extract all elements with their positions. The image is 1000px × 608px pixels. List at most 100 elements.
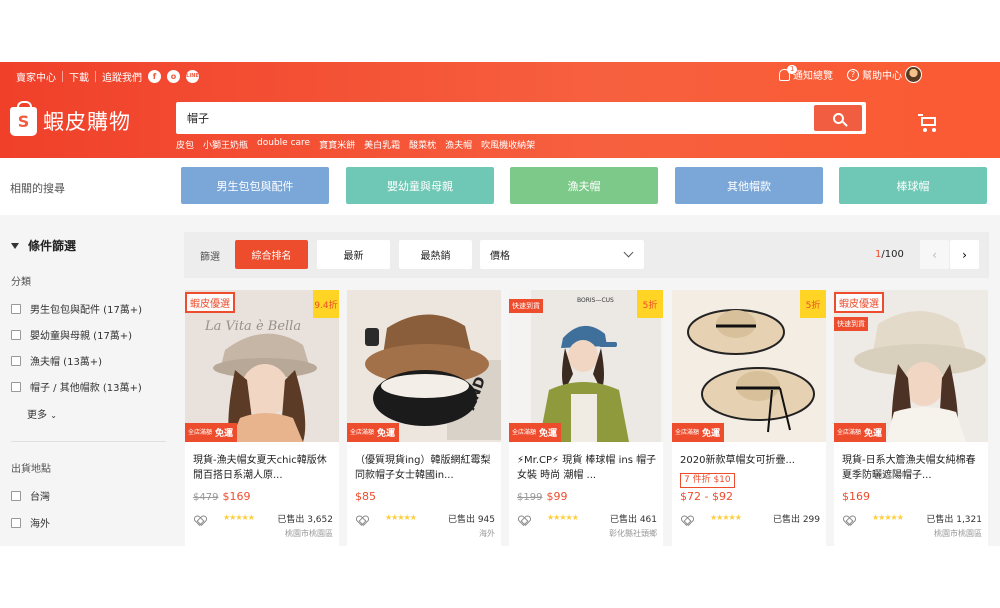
checkbox-icon[interactable]	[11, 355, 21, 366]
free-shipping-tag: 全店滿額 免運	[672, 423, 725, 442]
heart-icon[interactable]	[682, 515, 692, 524]
product-price: $169	[222, 490, 251, 503]
prev-page-button[interactable]: ‹	[920, 240, 949, 269]
product-title[interactable]: 現貨-日系大簷漁夫帽女純棉春夏季防曬遮陽帽子...	[842, 453, 982, 483]
hot-word[interactable]: 酸菜枕	[409, 138, 436, 151]
checkbox-icon[interactable]	[11, 381, 21, 392]
checkbox-icon[interactable]	[11, 517, 21, 528]
product-card[interactable]: BORIS—CUS 快速到貨 5折 全店滿額 免運 ⚡Mr.CP⚡ 現貨 棒球帽 …	[509, 290, 663, 546]
shop-location: 海外	[479, 529, 495, 538]
search-input[interactable]	[176, 102, 806, 134]
instagram-icon[interactable]: o	[167, 69, 180, 83]
line-icon[interactable]: LINE	[186, 69, 199, 83]
product-card[interactable]: AND 全店滿額免運 （優質現貨ing）韓版網紅霉梨同款帽子女士韓國in... …	[347, 290, 501, 546]
heart-icon[interactable]	[519, 515, 529, 524]
related-search-button[interactable]: 漁夫帽	[510, 167, 658, 204]
original-price: $479	[193, 492, 219, 503]
category-checkbox[interactable]: 帽子 / 其他帽款 (13萬+)	[11, 379, 142, 394]
sort-label: 篩選	[200, 252, 220, 263]
sort-latest-button[interactable]: 最新	[317, 240, 390, 269]
free-shipping-label: 免運	[377, 429, 396, 439]
shopee-mall-badge: 蝦皮優選	[185, 292, 235, 313]
rating-stars: ★★★★★	[710, 513, 742, 522]
product-title[interactable]: 2020新款草帽女可折疊...	[680, 453, 820, 468]
cart-icon[interactable]	[918, 114, 938, 132]
category-checkbox[interactable]: 男生包包與配件 (17萬+)	[11, 301, 142, 316]
help-center-link[interactable]: ? 幫助中心	[847, 67, 902, 82]
facebook-icon[interactable]: f	[148, 69, 161, 83]
seller-center-link[interactable]: 賣家中心	[16, 69, 56, 84]
related-search-button[interactable]: 男生包包與配件	[181, 167, 329, 204]
follow-us-label: 追蹤我們	[102, 72, 142, 84]
filter-title: 條件篩選	[11, 237, 76, 254]
header: 賣家中心 下載 追蹤我們 f o LINE 1 通知總覽 ? 幫助中心 S 蝦皮…	[0, 62, 1000, 158]
product-card[interactable]: 蝦皮優選 快速到貨 全店滿額 免運 現貨-日系大簷漁夫帽女純棉春夏季防曬遮陽帽子.…	[834, 290, 988, 546]
category-checkbox[interactable]: 嬰幼童與母親 (17萬+)	[11, 327, 132, 342]
product-price: $169	[842, 490, 870, 503]
price-row: $199 $99	[517, 490, 567, 503]
product-title[interactable]: 現貨-漁夫帽女夏天chic韓版休閒百搭日系潮人原...	[193, 453, 333, 483]
product-card[interactable]: La Vita è Bella 蝦皮優選 9.4折 全店滿額 免運 現貨-漁夫帽女…	[185, 290, 339, 546]
shopee-bag-icon: S	[10, 100, 37, 136]
sold-count: 已售出 945	[447, 515, 495, 525]
sort-relevance-button[interactable]: 綜合排名	[235, 240, 308, 269]
download-link[interactable]: 下載	[69, 69, 89, 84]
heart-icon[interactable]	[844, 515, 854, 524]
related-searches: 相關的搜尋 男生包包與配件 嬰幼童與母親 漁夫帽 其他帽款 棒球帽	[0, 158, 1000, 215]
sort-bestselling-button[interactable]: 最熱銷	[399, 240, 472, 269]
related-label: 相關的搜尋	[10, 182, 65, 195]
product-title[interactable]: （優質現貨ing）韓版網紅霉梨同款帽子女士韓國in...	[355, 453, 495, 483]
more-categories-toggle[interactable]: 更多 ⌄	[27, 406, 57, 421]
help-label: 幫助中心	[862, 71, 902, 82]
avatar[interactable]	[905, 66, 922, 83]
location-checkbox[interactable]: 台灣	[11, 488, 50, 503]
free-shipping-small: 全店滿額	[675, 429, 700, 436]
notifications-link[interactable]: 1 通知總覽	[779, 64, 833, 82]
shopee-logo[interactable]: S 蝦皮購物	[10, 100, 131, 136]
hot-word[interactable]: 皮包	[176, 138, 194, 151]
checkbox-icon[interactable]	[11, 490, 21, 501]
location-checkbox[interactable]: 海外	[11, 515, 50, 530]
checkbox-icon[interactable]	[11, 329, 21, 340]
sold-count: 已售出 1,321	[926, 515, 982, 525]
free-shipping-small: 全店滿額	[512, 429, 537, 436]
free-shipping-label: 免運	[864, 429, 883, 439]
product-card[interactable]: 5折 全店滿額 免運 2020新款草帽女可折疊... 7 件折 $10 $72 -…	[672, 290, 826, 546]
next-page-button[interactable]: ›	[950, 240, 979, 269]
hot-word[interactable]: 寶寶米餅	[319, 138, 355, 151]
fast-delivery-badge: 快速到貨	[834, 317, 868, 331]
product-image[interactable]: AND	[347, 290, 501, 442]
discount-tag: 5折	[637, 290, 663, 318]
price-sort-select[interactable]: 價格	[480, 240, 644, 269]
hot-word[interactable]: 小獅王奶瓶	[203, 138, 248, 151]
category-label: 嬰幼童與母親 (17萬+)	[30, 331, 133, 342]
fast-delivery-badge: 快速到貨	[509, 299, 543, 313]
hot-words: 皮包 小獅王奶瓶 double care 寶寶米餅 美白乳霜 酸菜枕 漁夫帽 吹…	[176, 138, 544, 151]
hot-word[interactable]: 吹風機收納架	[481, 138, 535, 151]
sold-count: 已售出 461	[609, 515, 657, 525]
heart-icon[interactable]	[195, 515, 205, 524]
search-button[interactable]	[814, 105, 862, 131]
related-search-button[interactable]: 棒球帽	[839, 167, 987, 204]
chevron-down-icon	[623, 247, 634, 258]
rating-stars: ★★★★★	[547, 513, 579, 522]
svg-text:BORIS—CUS: BORIS—CUS	[577, 297, 614, 304]
free-shipping-tag: 全店滿額 免運	[185, 423, 238, 442]
hot-word[interactable]: 漁夫帽	[445, 138, 472, 151]
search-bar	[176, 102, 866, 134]
checkbox-icon[interactable]	[11, 303, 21, 314]
product-price: $72 - $92	[680, 490, 733, 503]
discount-tag: 5折	[800, 290, 826, 318]
notification-badge: 1	[787, 64, 798, 74]
free-shipping-label: 免運	[702, 429, 721, 439]
category-checkbox[interactable]: 漁夫帽 (13萬+)	[11, 353, 102, 368]
hot-word[interactable]: 美白乳霜	[364, 138, 400, 151]
original-price: $199	[517, 492, 543, 503]
hot-word[interactable]: double care	[257, 138, 310, 151]
free-shipping-label: 免運	[539, 429, 558, 439]
heart-icon[interactable]	[357, 515, 367, 524]
product-title[interactable]: ⚡Mr.CP⚡ 現貨 棒球帽 ins 帽子 女裝 時尚 潮帽 ...	[517, 453, 657, 483]
related-search-button[interactable]: 嬰幼童與母親	[346, 167, 494, 204]
page-indicator: 1/100	[875, 249, 904, 260]
related-search-button[interactable]: 其他帽款	[675, 167, 823, 204]
